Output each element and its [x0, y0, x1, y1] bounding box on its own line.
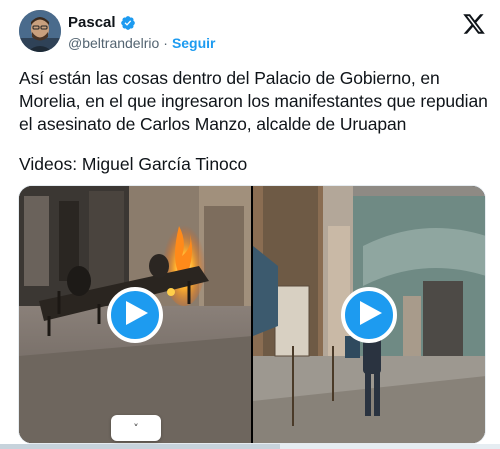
tweet-text: Así están las cosas dentro del Palacio d…: [19, 68, 488, 134]
video-thumbnail-left[interactable]: [19, 186, 251, 443]
author-name[interactable]: Pascal: [68, 14, 116, 31]
x-logo-icon[interactable]: [462, 12, 486, 36]
avatar[interactable]: [19, 10, 61, 52]
expand-button[interactable]: ˅: [111, 415, 161, 441]
play-icon: [122, 300, 148, 330]
media-grid: [18, 185, 486, 444]
tweet-credit: Videos: Miguel García Tinoco: [19, 154, 248, 174]
separator-dot: ·: [163, 35, 168, 51]
play-button[interactable]: [341, 287, 397, 343]
play-icon: [356, 300, 382, 330]
author-handle[interactable]: @beltrandelrio: [68, 35, 159, 51]
follow-button[interactable]: Seguir: [172, 35, 216, 51]
video-thumbnail-right[interactable]: [253, 186, 485, 443]
tweet-header: Pascal @beltrandelrio · Seguir: [19, 10, 486, 54]
tweet-card: Pascal @beltrandelrio · Seguir Así están…: [0, 0, 500, 449]
scroll-thumb[interactable]: [0, 444, 280, 449]
author-block: Pascal @beltrandelrio · Seguir: [68, 14, 216, 51]
play-button[interactable]: [107, 287, 163, 343]
verified-badge-icon: [120, 15, 136, 31]
